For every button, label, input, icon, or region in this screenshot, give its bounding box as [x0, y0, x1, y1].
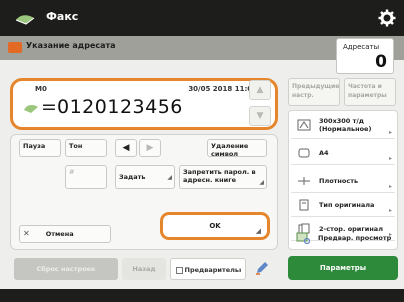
app-title: Факс — [46, 10, 79, 23]
fax-leaf-icon — [24, 105, 38, 113]
address-entry-panel[interactable]: М0 30/05 2018 11:07 = 0120123456 — [10, 78, 278, 130]
fax-screen: Факс Указание адресата Адресаты 0 М0 30/… — [0, 0, 404, 302]
destination-count-value: 0 — [375, 52, 387, 72]
number-prefix: = — [41, 96, 57, 118]
setting-preview[interactable]: Предвар. просмотр — [290, 228, 394, 250]
setting-density[interactable]: Плотность ▸ — [291, 169, 395, 193]
tab-previous-label: Предыдущие настр. — [292, 83, 340, 99]
set-details-label: Задать детали — [119, 173, 146, 181]
title-bar: Факс — [0, 0, 404, 36]
density-icon — [298, 177, 310, 185]
ok-label: OK — [209, 222, 221, 230]
right-tabs: Предыдущие настр. Частота и параметры — [288, 78, 396, 106]
setting-paper-label: А4 — [319, 149, 329, 157]
scroll-down-button[interactable]: ▼ — [249, 106, 271, 126]
checkbox-icon — [175, 266, 183, 274]
tab-previous-settings[interactable]: Предыдущие настр. — [288, 78, 340, 106]
set-details-button[interactable]: Задать детали◢ — [115, 165, 175, 189]
folder-icon — [8, 42, 22, 53]
bottom-controls: Сброс настроек Назад Предварительный про… — [10, 256, 278, 280]
fax-number-field[interactable]: 0120123456 — [57, 96, 183, 118]
resolution-icon — [297, 119, 311, 131]
memory-slot-label: М0 — [35, 85, 47, 93]
date-time-label: 30/05 2018 11:07 — [188, 85, 257, 93]
setting-original-label: Тип оригинала — [319, 201, 375, 209]
paper-size-icon — [298, 148, 310, 158]
tone-button[interactable]: Тон — [65, 139, 107, 157]
gear-icon[interactable] — [378, 9, 396, 27]
tab-frequency-label: Частота и параметры — [348, 83, 387, 99]
delete-char-label: Удаление символ — [211, 142, 249, 157]
tab-frequency-params[interactable]: Частота и параметры — [344, 78, 396, 106]
setting-paper-size[interactable]: А4 ▸ — [291, 141, 395, 165]
setting-original-type[interactable]: Тип оригинала ▸ — [291, 193, 395, 217]
scroll-up-button[interactable]: ▲ — [249, 80, 271, 100]
setting-preview-label: Предвар. просмотр — [318, 234, 392, 242]
addressbook-password-label: Запретить парол. в адресн. книге — [183, 168, 256, 184]
ok-button[interactable]: OK ◢ — [160, 212, 270, 240]
delete-char-button[interactable]: Удаление символ — [207, 139, 267, 157]
destination-count-label: Адресаты — [343, 43, 380, 51]
pause-label: Пауза — [23, 142, 46, 150]
arrow-right-icon: ▶ — [146, 143, 154, 153]
subaddress-label: # — [69, 168, 75, 176]
fax-app-icon — [15, 15, 35, 25]
reset-settings-label: Сброс настроек — [36, 265, 96, 273]
cancel-label: Отмена — [45, 230, 74, 238]
back-label: Назад — [132, 265, 156, 273]
preview-button[interactable]: Предварительный просмотр — [170, 258, 246, 280]
parameters-button[interactable]: Параметры — [288, 256, 398, 280]
cancel-button[interactable]: ✕ Отмена — [19, 225, 111, 243]
mode-label: Указание адресата — [26, 41, 116, 50]
subaddress-button[interactable]: # — [65, 165, 107, 189]
address-scroll: ▲ ▼ — [249, 80, 271, 130]
close-icon: ✕ — [23, 229, 30, 238]
tone-label: Тон — [69, 142, 83, 150]
setting-density-label: Плотность — [319, 177, 359, 185]
destination-counter: Адресаты 0 — [336, 38, 394, 74]
setting-resolution[interactable]: 300x300 т/д (Нормальное) ▸ — [291, 113, 395, 139]
bottom-status-strip — [0, 289, 404, 302]
arrow-left-icon: ◀ — [122, 143, 130, 153]
preview-icon — [296, 232, 310, 244]
reset-settings-button[interactable]: Сброс настроек — [14, 258, 118, 280]
original-type-icon — [299, 199, 309, 211]
addressbook-password-button[interactable]: Запретить парол. в адресн. книге ◢ — [179, 165, 267, 189]
pause-button[interactable]: Пауза — [19, 139, 61, 157]
cursor-right-button[interactable]: ▶ — [139, 139, 161, 157]
preview-label: Предварительный просмотр — [184, 266, 241, 274]
setting-resolution-label: 300x300 т/д (Нормальное) — [319, 117, 372, 133]
back-button[interactable]: Назад — [122, 258, 166, 280]
pen-icon[interactable] — [254, 260, 270, 276]
parameters-label: Параметры — [319, 264, 367, 272]
cursor-left-button[interactable]: ◀ — [115, 139, 137, 157]
